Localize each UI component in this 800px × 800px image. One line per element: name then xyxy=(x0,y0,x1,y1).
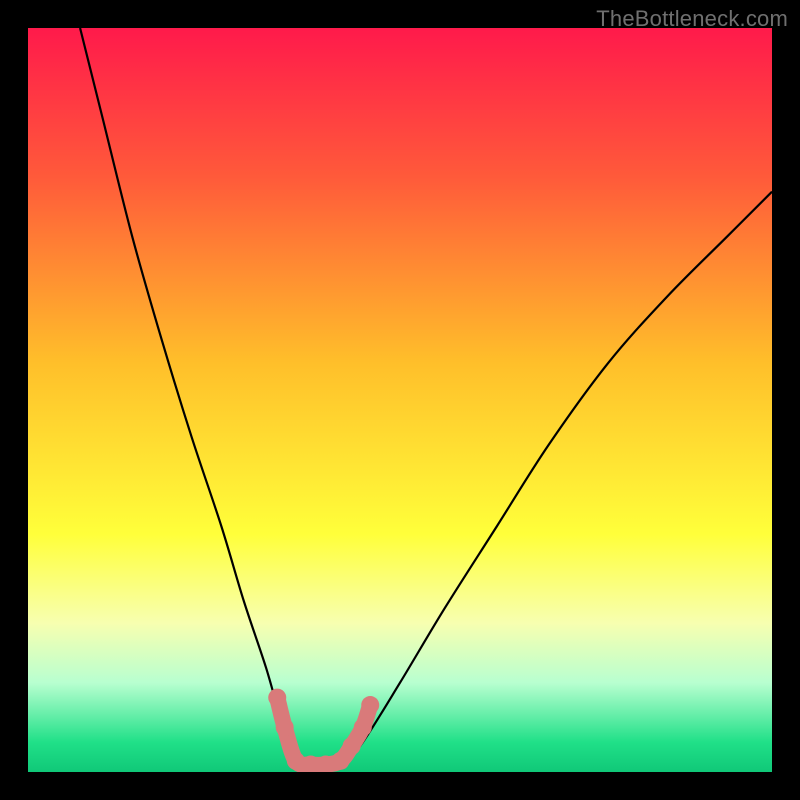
highlight-marker xyxy=(331,752,349,770)
watermark-text: TheBottleneck.com xyxy=(596,6,788,32)
highlight-marker xyxy=(343,737,361,755)
chart-frame: TheBottleneck.com xyxy=(0,0,800,800)
highlight-marker xyxy=(354,718,372,736)
chart-svg xyxy=(28,28,772,772)
highlight-marker xyxy=(268,689,286,707)
highlight-marker xyxy=(276,718,294,736)
highlight-marker xyxy=(361,696,379,714)
plot-area xyxy=(28,28,772,772)
plot-background xyxy=(28,28,772,772)
